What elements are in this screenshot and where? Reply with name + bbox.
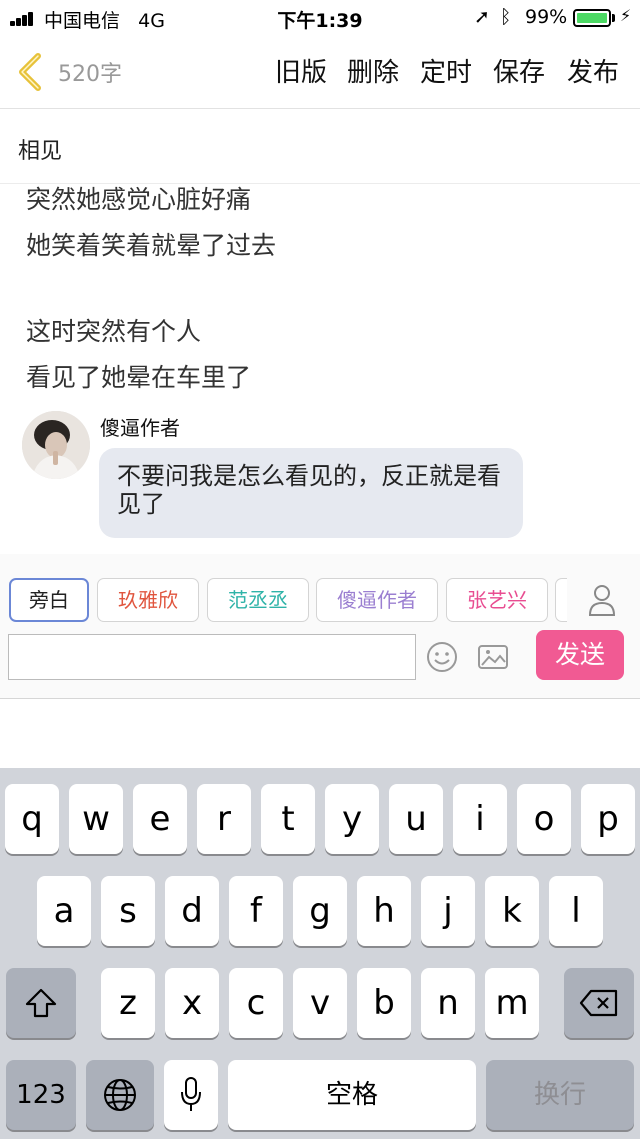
keyboard: qwertyuiop asdfghjkl zxcvbnm 123 空格 换行: [0, 768, 640, 1139]
old-version-button[interactable]: 旧版: [275, 52, 327, 89]
publish-button[interactable]: 发布: [567, 52, 619, 89]
key-j[interactable]: j: [421, 876, 475, 946]
save-button[interactable]: 保存: [493, 52, 545, 89]
role-chip[interactable]: 范丞丞: [207, 578, 309, 622]
key-c[interactable]: c: [229, 968, 283, 1038]
key-p[interactable]: p: [581, 784, 635, 854]
delete-button[interactable]: 删除: [347, 52, 399, 89]
key-z[interactable]: z: [101, 968, 155, 1038]
key-w[interactable]: w: [69, 784, 123, 854]
globe-icon: [104, 1079, 136, 1111]
person-icon: [588, 585, 616, 616]
role-chip-narrator[interactable]: 旁白: [9, 578, 89, 622]
key-s[interactable]: s: [101, 876, 155, 946]
message-text: 不要问我是怎么看见的，反正就是看见了: [117, 462, 501, 518]
role-chip[interactable]: 傻逼作者: [316, 578, 438, 622]
key-g[interactable]: g: [293, 876, 347, 946]
key-m[interactable]: m: [485, 968, 539, 1038]
backspace-icon: [579, 989, 618, 1017]
key-x[interactable]: x: [165, 968, 219, 1038]
role-chip-partial[interactable]: [555, 578, 567, 622]
key-l[interactable]: l: [549, 876, 603, 946]
dictation-key[interactable]: [164, 1060, 218, 1130]
key-o[interactable]: o: [517, 784, 571, 854]
location-icon: ➚: [474, 6, 490, 28]
avatar[interactable]: [22, 411, 90, 479]
word-count: 520字: [58, 62, 122, 87]
battery-tip: [612, 14, 615, 22]
key-d[interactable]: d: [165, 876, 219, 946]
story-line: 看见了她晕在车里了: [26, 363, 252, 392]
key-h[interactable]: h: [357, 876, 411, 946]
message-input[interactable]: [8, 634, 416, 680]
send-button[interactable]: 发送: [536, 630, 624, 680]
role-chip-label: 张艺兴: [467, 588, 527, 612]
battery-percent: 99%: [525, 6, 568, 28]
bluetooth-icon: ᛒ: [500, 6, 512, 28]
role-toolbar: 旁白 玖雅欣 范丞丞 傻逼作者 张艺兴 发送: [0, 554, 640, 699]
role-chip-label: 玖雅欣: [118, 588, 178, 612]
microphone-icon: [181, 1077, 201, 1111]
numbers-key[interactable]: 123: [6, 1060, 76, 1130]
key-b[interactable]: b: [357, 968, 411, 1038]
schedule-button[interactable]: 定时: [420, 52, 472, 89]
story-line: 她笑着笑着就晕了过去: [26, 231, 277, 260]
key-n[interactable]: n: [421, 968, 475, 1038]
nav-bar: 520字 旧版 删除 定时 保存 发布: [0, 36, 640, 109]
message-bubble[interactable]: 不要问我是怎么看见的，反正就是看见了: [99, 448, 523, 538]
charging-icon: ⚡: [620, 6, 632, 25]
role-chip-label: 傻逼作者: [337, 588, 417, 612]
key-i[interactable]: i: [453, 784, 507, 854]
role-chip[interactable]: 玖雅欣: [97, 578, 199, 622]
key-t[interactable]: t: [261, 784, 315, 854]
return-key[interactable]: 换行: [486, 1060, 634, 1130]
emoji-icon[interactable]: [425, 640, 459, 674]
key-q[interactable]: q: [5, 784, 59, 854]
story-title: 相见: [18, 139, 63, 164]
key-r[interactable]: r: [197, 784, 251, 854]
author-name: 傻逼作者: [100, 416, 180, 440]
key-k[interactable]: k: [485, 876, 539, 946]
role-chip-label: 旁白: [29, 588, 69, 612]
key-f[interactable]: f: [229, 876, 283, 946]
image-icon[interactable]: [476, 640, 510, 674]
key-v[interactable]: v: [293, 968, 347, 1038]
role-chip[interactable]: 张艺兴: [446, 578, 548, 622]
shift-key[interactable]: [6, 968, 76, 1038]
battery-icon: [573, 9, 611, 27]
globe-key[interactable]: [86, 1060, 154, 1130]
title-row[interactable]: 相见: [0, 109, 640, 184]
key-e[interactable]: e: [133, 784, 187, 854]
story-line: 这时突然有个人: [26, 317, 202, 346]
story-line: 突然她感觉心脏好痛: [26, 185, 252, 214]
role-manage-button[interactable]: [573, 578, 631, 622]
shift-icon: [25, 988, 57, 1018]
role-chip-label: 范丞丞: [228, 588, 288, 612]
status-bar: 中国电信 4G 下午1:39 ➚ ᛒ 99% ⚡: [0, 0, 640, 36]
key-a[interactable]: a: [37, 876, 91, 946]
back-arrow-icon[interactable]: [14, 50, 48, 94]
key-u[interactable]: u: [389, 784, 443, 854]
key-y[interactable]: y: [325, 784, 379, 854]
delete-key[interactable]: [564, 968, 634, 1038]
space-key[interactable]: 空格: [228, 1060, 476, 1130]
